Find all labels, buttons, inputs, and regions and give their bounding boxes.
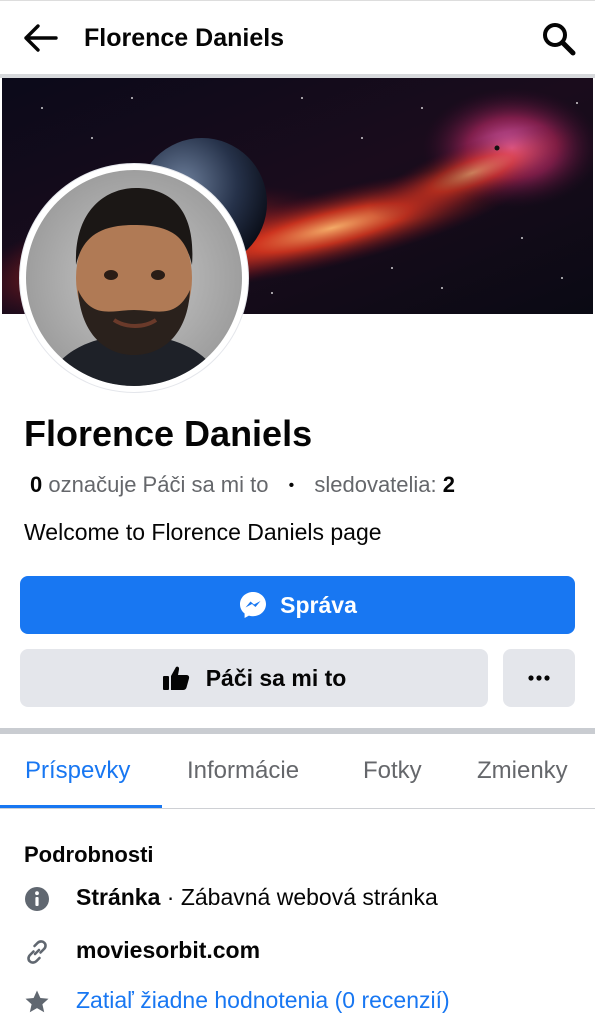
tab-photos[interactable]: Fotky [363,756,422,786]
top-bar: Florence Daniels [0,0,595,74]
thumbs-up-icon [162,666,189,690]
messenger-icon [240,592,267,618]
detail-row-reviews: Zatiaľ žiadne hodnotenia (0 recenzií) [0,983,595,1019]
followers-label[interactable]: sledovatelia: [314,472,436,497]
active-tab-indicator [0,805,162,808]
separator-dot: • [288,477,295,494]
search-icon[interactable] [541,21,577,57]
tab-posts[interactable]: Príspevky [25,756,130,786]
back-arrow-icon[interactable] [22,23,58,53]
page-type-label: Stránka [76,884,161,910]
profile-stats: 0 označuje Páči sa mi to • sledovatelia:… [30,471,455,502]
website-link[interactable]: moviesorbit.com [76,937,260,963]
tab-bar: Príspevky Informácie Fotky Zmienky [0,734,595,809]
page-type-value: · Zábavná webová stránka [166,884,438,910]
detail-row-website: moviesorbit.com [0,933,595,969]
details-heading: Podrobnosti [24,842,154,867]
tab-about[interactable]: Informácie [187,756,299,786]
star-icon [25,990,49,1013]
page-title: Florence Daniels [84,24,285,52]
message-button[interactable]: Správa [20,576,575,634]
link-icon [27,940,47,964]
more-dots-icon [528,675,550,681]
likes-label[interactable]: označuje Páči sa mi to [48,472,268,497]
profile-picture-frame[interactable] [20,164,248,392]
detail-row-page-type: Stránka · Zábavná webová stránka [0,880,595,916]
like-button[interactable]: Páči sa mi to [20,649,488,707]
tab-mentions[interactable]: Zmienky [477,756,568,786]
profile-bio: Welcome to Florence Daniels page [24,519,382,545]
info-icon [25,887,49,911]
like-button-label: Páči sa mi to [205,664,347,691]
likes-count: 0 [30,472,43,497]
message-button-label: Správa [280,591,357,618]
reviews-link[interactable]: Zatiaľ žiadne hodnotenia (0 recenzií) [76,985,450,1015]
more-options-button[interactable] [503,649,575,707]
profile-name: Florence Daniels [24,413,313,454]
avatar[interactable] [26,170,242,386]
followers-count: 2 [442,472,456,497]
